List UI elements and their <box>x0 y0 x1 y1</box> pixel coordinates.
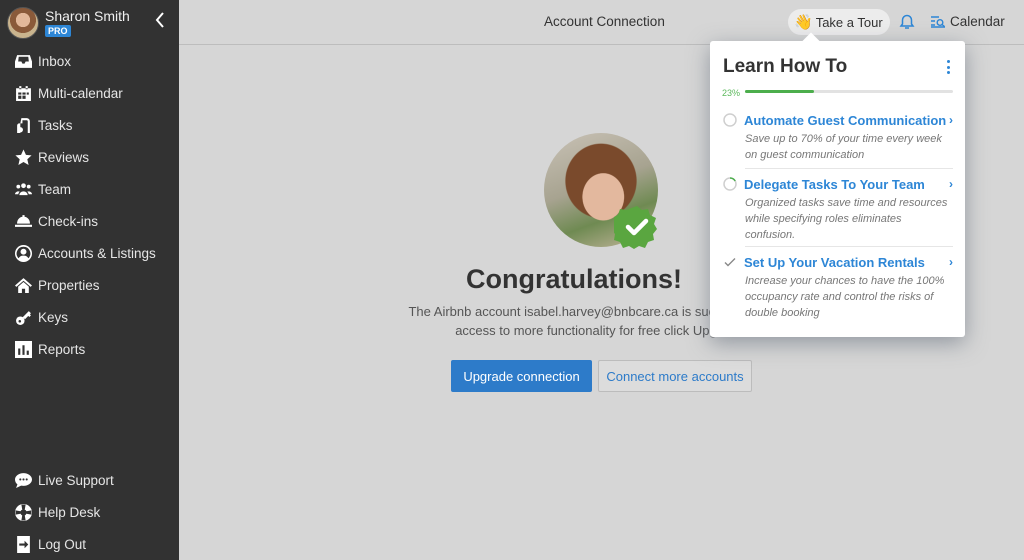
sidebar-item-label: Tasks <box>38 117 73 133</box>
notifications-bell-icon[interactable] <box>899 14 915 30</box>
chevron-left-icon <box>155 12 164 28</box>
task-description-line: while specifying roles eliminates <box>745 213 902 225</box>
inbox-icon <box>14 52 32 70</box>
in-progress-circle-icon <box>723 177 737 191</box>
chevron-right-icon: › <box>949 177 953 191</box>
calendar-search-icon <box>931 15 945 28</box>
user-name: Sharon Smith <box>45 8 130 24</box>
top-bar: Account Connection 👋 Take a Tour Calenda… <box>179 0 1024 45</box>
bar-chart-icon <box>14 340 32 358</box>
task-automate-guest-communication[interactable]: Automate Guest Communication › Save up t… <box>723 111 953 163</box>
task-description: Organized tasks save time and resources … <box>745 195 953 243</box>
sidebar: Sharon Smith PRO Inbox Multi-calendar Ta… <box>0 0 179 560</box>
task-description-line: on guest communication <box>745 149 865 161</box>
team-icon <box>14 180 32 198</box>
task-title: Set Up Your Vacation Rentals <box>744 254 925 270</box>
calendar-link[interactable]: Calendar <box>930 14 1005 29</box>
lifebuoy-icon <box>14 503 32 521</box>
calendar-grid-icon <box>14 84 32 102</box>
congratulations-text: Congratulations! <box>466 264 682 294</box>
more-options-icon[interactable] <box>945 59 951 75</box>
not-started-circle-icon <box>723 113 737 127</box>
chevron-right-icon: › <box>949 255 953 269</box>
task-title: Delegate Tasks To Your Team <box>744 176 925 192</box>
completed-check-icon <box>724 258 736 267</box>
page-title: Account Connection <box>544 14 665 29</box>
sidebar-item-reviews[interactable]: Reviews <box>0 141 179 173</box>
popover-title: Learn How To <box>723 56 848 77</box>
sidebar-item-properties[interactable]: Properties <box>0 269 179 301</box>
task-set-up-vacation-rentals[interactable]: Set Up Your Vacation Rentals › Increase … <box>723 253 953 321</box>
take-a-tour-button[interactable]: 👋 Take a Tour <box>788 9 890 35</box>
sidebar-item-label: Check-ins <box>38 213 99 229</box>
task-description-line: Organized tasks save time and resources <box>745 197 948 209</box>
calendar-label: Calendar <box>950 14 1005 29</box>
task-delegate-tasks[interactable]: Delegate Tasks To Your Team › Organized … <box>723 175 953 243</box>
chevron-right-icon: › <box>949 113 953 127</box>
sidebar-item-label: Log Out <box>38 536 87 552</box>
sidebar-item-tasks[interactable]: Tasks <box>0 109 179 141</box>
sidebar-item-label: Reviews <box>38 149 90 165</box>
star-icon <box>14 148 32 166</box>
sidebar-item-reports[interactable]: Reports <box>0 333 179 365</box>
progress-bar <box>745 90 953 93</box>
sidebar-item-live-support[interactable]: Live Support <box>0 464 179 496</box>
bell-desk-icon <box>14 212 32 230</box>
vacuum-icon <box>14 116 32 134</box>
task-description: Increase your chances to have the 100% o… <box>745 273 953 321</box>
sidebar-item-team[interactable]: Team <box>0 173 179 205</box>
chat-icon <box>14 471 32 489</box>
sidebar-item-label: Accounts & Listings <box>38 245 156 261</box>
take-a-tour-label: Take a Tour <box>815 14 883 30</box>
user-profile[interactable]: Sharon Smith PRO <box>0 0 179 45</box>
sidebar-item-accounts-listings[interactable]: Accounts & Listings <box>0 237 179 269</box>
task-description-line: Save up to 70% of your time every week <box>745 133 942 145</box>
collapse-sidebar-button[interactable] <box>155 12 165 31</box>
divider <box>745 246 953 247</box>
sidebar-bottom-nav: Live Support Help Desk Log Out <box>0 464 179 560</box>
task-title: Automate Guest Communication <box>744 112 947 128</box>
upgrade-connection-button[interactable]: Upgrade connection <box>451 360 592 392</box>
sidebar-item-check-ins[interactable]: Check-ins <box>0 205 179 237</box>
sidebar-item-label: Team <box>38 181 72 197</box>
sidebar-item-multi-calendar[interactable]: Multi-calendar <box>0 77 179 109</box>
progress-percent: 23% <box>722 88 741 98</box>
sidebar-item-label: Multi-calendar <box>38 85 123 101</box>
task-description: Save up to 70% of your time every week o… <box>745 131 953 163</box>
sidebar-item-label: Help Desk <box>38 504 101 520</box>
task-description-line: occupancy rate and control the risks of <box>745 291 934 303</box>
sidebar-item-label: Reports <box>38 341 86 357</box>
task-description-line: double booking <box>745 307 820 319</box>
sidebar-item-log-out[interactable]: Log Out <box>0 528 179 560</box>
home-icon <box>14 276 32 294</box>
avatar[interactable] <box>7 6 39 39</box>
sidebar-item-label: Live Support <box>38 472 114 488</box>
progress-bar-fill <box>745 90 814 93</box>
task-description-line: confusion. <box>745 229 796 241</box>
key-icon <box>14 308 32 326</box>
learn-how-to-popover: Learn How To 23% Automate Guest Communic… <box>710 41 965 337</box>
sidebar-item-label: Inbox <box>38 53 72 69</box>
sidebar-item-label: Properties <box>38 277 100 293</box>
connect-more-accounts-button[interactable]: Connect more accounts <box>598 360 752 392</box>
sidebar-item-label: Keys <box>38 309 69 325</box>
logout-icon <box>14 535 32 553</box>
sidebar-item-help-desk[interactable]: Help Desk <box>0 496 179 528</box>
sidebar-nav: Inbox Multi-calendar Tasks Reviews Team … <box>0 45 179 365</box>
task-description-line: Increase your chances to have the 100% <box>745 275 945 287</box>
divider <box>745 168 953 169</box>
user-circle-icon <box>14 244 32 262</box>
pro-badge: PRO <box>45 25 71 37</box>
sidebar-item-inbox[interactable]: Inbox <box>0 45 179 77</box>
sidebar-item-keys[interactable]: Keys <box>0 301 179 333</box>
waving-hand-icon: 👋 <box>794 14 813 31</box>
verified-badge-icon <box>614 206 657 249</box>
